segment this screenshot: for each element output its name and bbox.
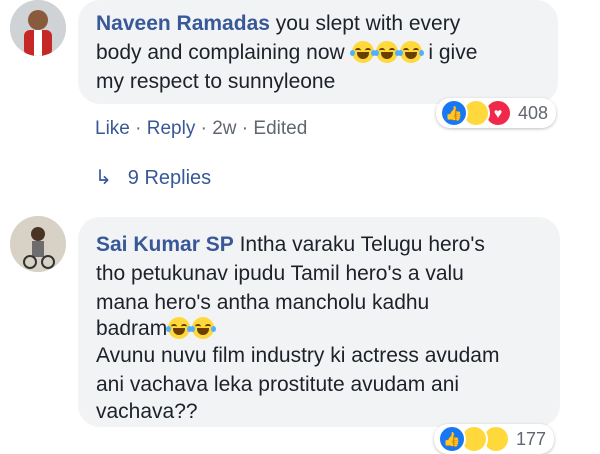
comment-text: vachava?? — [96, 400, 198, 423]
view-replies-link[interactable]: ↳ 9 Replies — [95, 165, 211, 190]
comment-text: tho petukunav ipudu Tamil hero's a valu — [96, 262, 464, 285]
edited-label[interactable]: Edited — [253, 118, 307, 139]
tears-of-joy-emoji-icon — [190, 317, 217, 339]
replies-count-label[interactable]: 9 Replies — [128, 167, 211, 189]
comment-author[interactable]: Naveen Ramadas — [96, 12, 270, 35]
reply-arrow-icon: ↳ — [95, 167, 112, 189]
separator: · — [135, 118, 142, 139]
like-link[interactable]: Like — [95, 118, 130, 139]
tears-of-joy-emoji-icon — [373, 41, 400, 63]
reactions-summary[interactable]: 👍 ♥ 408 — [436, 98, 557, 128]
tears-of-joy-emoji-icon — [397, 41, 424, 63]
reaction-count: 177 — [516, 428, 547, 449]
tears-of-joy-emoji-icon — [349, 41, 376, 63]
comment-bubble: Sai Kumar SP Intha varaku Telugu hero's … — [78, 217, 560, 427]
tears-of-joy-emoji-icon — [166, 317, 193, 339]
timestamp[interactable]: 2w — [212, 118, 236, 139]
avatar-naveen[interactable] — [10, 0, 66, 56]
comment-text: ani vachava leka prostitute avudam ani — [96, 373, 460, 396]
like-reaction-icon: 👍 — [440, 99, 468, 127]
comment-text: my respect to sunnyleone — [96, 70, 336, 93]
separator: · — [241, 118, 249, 139]
comment-actions: Like · Reply · 2w · Edited — [95, 118, 307, 140]
comment-text: body and complaining now — [96, 41, 345, 64]
comment-text: badram — [96, 317, 168, 340]
reaction-count: 408 — [518, 102, 549, 123]
comment-bubble: Naveen Ramadas you slept with every body… — [78, 0, 558, 104]
avatar-sai-kumar[interactable] — [10, 216, 66, 272]
comment-text: you slept with every — [269, 12, 461, 35]
reply-link[interactable]: Reply — [147, 118, 196, 139]
comment-text: Intha varaku Telugu hero's — [233, 233, 485, 256]
like-reaction-icon: 👍 — [438, 425, 466, 453]
comment-text: i give — [422, 41, 478, 64]
comment-text: mana hero's antha mancholu kadhu — [96, 291, 430, 314]
comment-text: Avunu nuvu film industry ki actress avud… — [96, 344, 500, 367]
separator: · — [200, 118, 207, 139]
comment-author[interactable]: Sai Kumar SP — [96, 233, 234, 256]
